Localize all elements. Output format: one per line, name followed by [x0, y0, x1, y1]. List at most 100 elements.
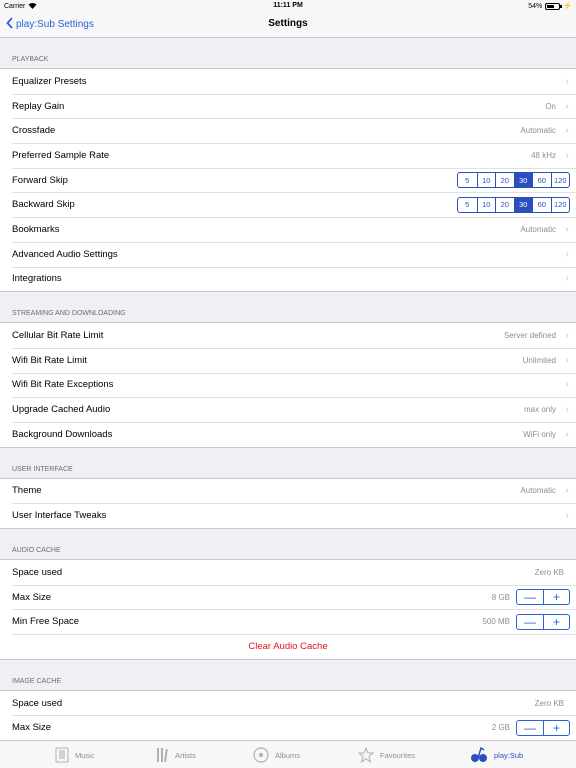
row-value: 2 GB	[491, 723, 510, 733]
row-value: Unlimited	[522, 355, 556, 365]
tab-label: Music	[75, 750, 95, 760]
row-label: Bookmarks	[12, 223, 60, 235]
segment-option[interactable]: 120	[550, 173, 570, 188]
segment-option[interactable]: 120	[550, 197, 570, 212]
tab-artists[interactable]: Artists	[155, 747, 196, 763]
chevron-right-icon: ›	[565, 248, 569, 260]
chevron-right-icon: ›	[565, 379, 569, 391]
tab-label: Artists	[175, 750, 196, 760]
row-label: Space used	[12, 697, 63, 709]
increment-button[interactable]: +	[543, 590, 569, 605]
row-label: Max Size	[12, 722, 52, 734]
battery-icon	[545, 2, 563, 10]
row-label: Integrations	[12, 273, 62, 285]
segment-option[interactable]: 5	[458, 198, 477, 212]
decrement-button[interactable]: —	[517, 590, 543, 604]
row-label: Wifi Bit Rate Exceptions	[12, 379, 114, 391]
playsub-logo-icon	[470, 747, 488, 763]
back-button-label: play:Sub Settings	[16, 19, 94, 30]
segment-option[interactable]: 60	[532, 197, 551, 212]
segment-option[interactable]: 10	[476, 173, 496, 188]
row-value: Automatic	[520, 224, 556, 234]
advanced-audio-row[interactable]: Advanced Audio Settings ›	[0, 241, 576, 267]
image-max-size-row: Max Size 2 GB — +	[0, 715, 576, 740]
row-label: Background Downloads	[12, 428, 113, 440]
section-header-audio-cache: AUDIO CACHE	[12, 547, 61, 554]
backward-skip-row: Backward Skip 5 10 20 30 60 120	[0, 192, 576, 217]
tab-albums[interactable]: Albums	[253, 747, 300, 763]
row-label: Replay Gain	[12, 100, 65, 112]
image-cache-group: Space used Zero KB Max Size 2 GB — +	[0, 689, 576, 742]
row-value: On	[545, 101, 556, 111]
row-label: Forward Skip	[12, 174, 68, 186]
equalizer-presets-row[interactable]: Equalizer Presets ›	[0, 69, 576, 94]
status-time: 11:11 PM	[273, 2, 303, 9]
increment-button[interactable]: +	[543, 720, 569, 735]
forward-skip-row: Forward Skip 5 10 20 30 60 120	[0, 167, 576, 193]
row-label: Wifi Bit Rate Limit	[12, 354, 87, 366]
chevron-right-icon: ›	[565, 149, 569, 161]
tab-bar: Music Artists Albums Favourites play:Sub	[0, 740, 576, 768]
segment-option[interactable]: 60	[532, 173, 551, 188]
segment-option[interactable]: 20	[495, 173, 514, 188]
clear-audio-cache-button[interactable]: Clear Audio Cache	[248, 641, 327, 652]
battery-indicator: 54% ⚡	[528, 2, 572, 10]
bookmarks-row[interactable]: Bookmarks Automatic ›	[0, 217, 576, 242]
chevron-right-icon: ›	[565, 428, 569, 440]
crossfade-row[interactable]: Crossfade Automatic ›	[0, 118, 576, 143]
artists-icon	[155, 747, 169, 763]
tab-label: play:Sub	[494, 750, 524, 760]
albums-icon	[253, 747, 269, 763]
row-label: Preferred Sample Rate	[12, 149, 110, 161]
row-value: Automatic	[520, 126, 556, 136]
tab-playsub[interactable]: play:Sub	[470, 747, 523, 763]
audio-space-used-row: Space used Zero KB	[0, 560, 576, 585]
settings-list[interactable]: PLAYBACK Equalizer Presets › Replay Gain…	[0, 38, 576, 742]
row-value: Server defined	[503, 331, 556, 341]
segment-option[interactable]: 10	[476, 197, 496, 212]
replay-gain-row[interactable]: Replay Gain On ›	[0, 93, 576, 119]
background-downloads-row[interactable]: Background Downloads WiFi only ›	[0, 421, 576, 447]
upgrade-cached-row[interactable]: Upgrade Cached Audio max only ›	[0, 397, 576, 422]
chevron-right-icon: ›	[565, 330, 569, 342]
forward-skip-segmented-control[interactable]: 5 10 20 30 60 120	[457, 172, 570, 189]
clear-audio-cache-row[interactable]: Clear Audio Cache	[0, 634, 576, 659]
sample-rate-row[interactable]: Preferred Sample Rate 48 kHz ›	[0, 143, 576, 168]
integrations-row[interactable]: Integrations ›	[0, 266, 576, 292]
tab-music[interactable]: Music	[55, 747, 95, 763]
cellular-bitrate-row[interactable]: Cellular Bit Rate Limit Server defined ›	[0, 323, 576, 348]
decrement-button[interactable]: —	[517, 615, 543, 629]
status-bar: Carrier 11:11 PM 54% ⚡	[0, 0, 576, 12]
row-value: 500 MB	[482, 617, 510, 627]
row-label: Crossfade	[12, 125, 56, 137]
chevron-right-icon: ›	[565, 125, 569, 137]
audio-max-size-stepper[interactable]: — +	[516, 589, 570, 606]
ui-tweaks-row[interactable]: User Interface Tweaks ›	[0, 503, 576, 528]
row-label: Equalizer Presets	[12, 75, 87, 87]
theme-row[interactable]: Theme Automatic ›	[0, 479, 576, 504]
row-value: Automatic	[520, 486, 556, 496]
tab-favourites[interactable]: Favourites	[358, 747, 415, 763]
back-button[interactable]: play:Sub Settings	[6, 17, 94, 32]
row-label: Max Size	[12, 591, 52, 603]
image-space-used-row: Space used Zero KB	[0, 691, 576, 716]
segment-option[interactable]: 20	[495, 197, 514, 212]
image-max-size-stepper[interactable]: — +	[516, 719, 570, 736]
segment-option-selected[interactable]: 30	[513, 173, 532, 188]
decrement-button[interactable]: —	[517, 721, 543, 735]
navigation-bar: play:Sub Settings Settings	[0, 12, 576, 38]
segment-option[interactable]: 5	[458, 173, 477, 187]
wifi-bitrate-row[interactable]: Wifi Bit Rate Limit Unlimited ›	[0, 347, 576, 373]
increment-button[interactable]: +	[543, 614, 569, 629]
wifi-exceptions-row[interactable]: Wifi Bit Rate Exceptions ›	[0, 372, 576, 398]
chevron-right-icon: ›	[565, 510, 569, 522]
audio-min-free-row: Min Free Space 500 MB — +	[0, 609, 576, 634]
row-value: 8 GB	[491, 592, 510, 602]
row-value: 48 kHz	[531, 150, 556, 160]
ui-group: Theme Automatic › User Interface Tweaks …	[0, 477, 576, 529]
backward-skip-segmented-control[interactable]: 5 10 20 30 60 120	[457, 196, 570, 213]
segment-option-selected[interactable]: 30	[513, 197, 532, 212]
row-label: User Interface Tweaks	[12, 510, 107, 522]
audio-min-free-stepper[interactable]: — +	[516, 613, 570, 630]
chevron-right-icon: ›	[565, 75, 569, 87]
